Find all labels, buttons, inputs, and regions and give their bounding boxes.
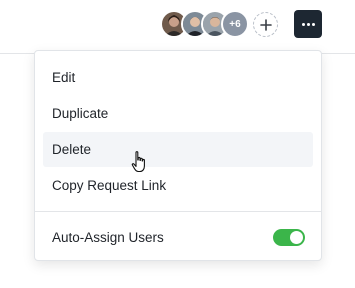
- top-bar: +6: [0, 0, 355, 54]
- toggle-knob: [290, 231, 303, 244]
- dropdown-menu: Edit Duplicate Delete Copy Request Link …: [34, 50, 322, 261]
- menu-item-delete[interactable]: Delete: [43, 132, 313, 167]
- auto-assign-row[interactable]: Auto-Assign Users: [43, 220, 313, 255]
- more-users-count[interactable]: +6: [221, 10, 249, 38]
- plus-icon: [259, 18, 272, 31]
- menu-item-copy-request-link[interactable]: Copy Request Link: [43, 168, 313, 203]
- auto-assign-toggle[interactable]: [273, 229, 305, 246]
- hand-pointer-cursor-icon: [131, 150, 149, 179]
- menu-item-edit[interactable]: Edit: [43, 60, 313, 95]
- menu-item-duplicate[interactable]: Duplicate: [43, 96, 313, 131]
- add-user-button[interactable]: [253, 12, 278, 37]
- more-options-button[interactable]: [294, 10, 322, 38]
- ellipsis-icon: [301, 22, 305, 26]
- menu-divider: [35, 211, 321, 212]
- auto-assign-label: Auto-Assign Users: [52, 230, 164, 245]
